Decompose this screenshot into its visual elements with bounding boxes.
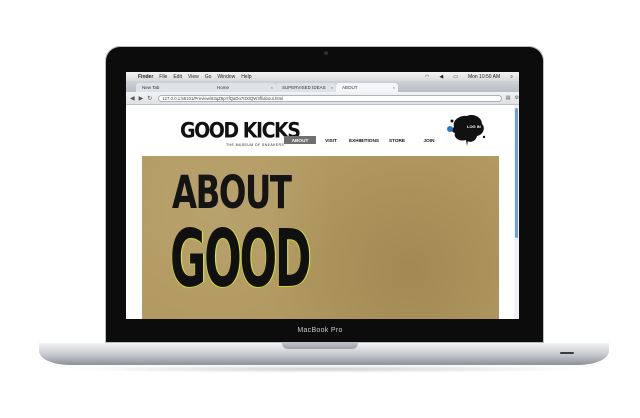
forward-icon[interactable]: ▶ [139, 95, 144, 102]
wifi-icon[interactable]: ◠ [425, 74, 429, 80]
wrench-icon[interactable]: ⚙ [515, 95, 519, 101]
reload-icon[interactable]: ↻ [147, 95, 152, 102]
nav-join[interactable]: JOIN [412, 136, 446, 144]
sleep-indicator [560, 352, 574, 354]
site-logo[interactable]: GOOD KICKS [180, 119, 301, 143]
menu-help[interactable]: Help [241, 74, 251, 80]
login-link[interactable]: LOG IN [467, 124, 481, 129]
login-splat-icon[interactable] [446, 111, 488, 147]
url-bar[interactable]: 127.0.0.1:55101/Preview/63qZ6pYfQaDo7ID0… [158, 94, 502, 102]
menu-file[interactable]: File [159, 74, 167, 80]
tab-supervised[interactable]: SUPERVISED IDEAS × [276, 83, 336, 92]
device-brand-label: MacBook Pro [297, 327, 343, 334]
battery-icon[interactable]: ▭ [453, 74, 458, 80]
site-nav: ABOUT VISIT EXHIBITIONS STORE JOIN [284, 136, 446, 144]
nav-about[interactable]: ABOUT [284, 136, 316, 144]
browser-toolbar: ◀ ▶ ↻ 127.0.0.1:55101/Preview/63qZ6pYfQa… [126, 92, 519, 105]
page-icon[interactable]: ▤ [506, 95, 511, 101]
menu-window[interactable]: Window [217, 74, 235, 80]
back-icon[interactable]: ◀ [130, 95, 135, 102]
spotlight-icon[interactable]: ⌕ [510, 74, 513, 80]
mac-menubar: Finder File Edit View Go Window Help ◠ ◀… [126, 72, 519, 81]
tab-label: SUPERVISED IDEAS [282, 85, 326, 90]
tab-label: Home [217, 85, 230, 90]
laptop-shadow [60, 365, 590, 373]
hero-title-line2: GOOD KICKS [170, 213, 312, 319]
site-tagline: THE MUSEUM OF SNEAKERS [226, 143, 285, 147]
menu-clock[interactable]: Mon 10:50 AM [468, 74, 500, 80]
scroll-thumb[interactable] [515, 108, 518, 238]
close-icon[interactable]: × [393, 85, 395, 90]
tab-strip: New Tab× Home × SUPERVISED IDEAS × ABOUT × [126, 81, 519, 92]
close-icon[interactable]: × [331, 85, 333, 90]
menu-edit[interactable]: Edit [173, 74, 182, 80]
menu-view[interactable]: View [188, 74, 199, 80]
volume-icon[interactable]: ◀ [439, 74, 443, 80]
menu-app[interactable]: Finder [138, 74, 153, 80]
screen: Finder File Edit View Go Window Help ◠ ◀… [126, 72, 519, 319]
tab-new[interactable]: New Tab× [136, 83, 216, 92]
hero-banner: ABOUT GOOD KICKS [142, 156, 499, 319]
url-text: 127.0.0.1:55101/Preview/63qZ6pYfQaDo7ID0… [162, 95, 284, 101]
web-page: GOOD KICKS THE MUSEUM OF SNEAKERS ABOUT … [126, 105, 519, 319]
tab-about[interactable]: ABOUT × [336, 83, 398, 92]
tab-label: ABOUT [342, 85, 358, 90]
hero-title-line1: ABOUT [172, 166, 292, 219]
tab-home[interactable]: Home × [211, 83, 276, 92]
nav-store[interactable]: STORE [382, 136, 412, 144]
menu-go[interactable]: Go [205, 74, 212, 80]
nav-visit[interactable]: VISIT [316, 136, 346, 144]
tab-label: New Tab [142, 85, 160, 90]
lid-notch [282, 343, 358, 349]
nav-exhibitions[interactable]: EXHIBITIONS [346, 136, 382, 144]
camera-icon [324, 51, 328, 55]
close-icon[interactable]: × [271, 85, 273, 90]
